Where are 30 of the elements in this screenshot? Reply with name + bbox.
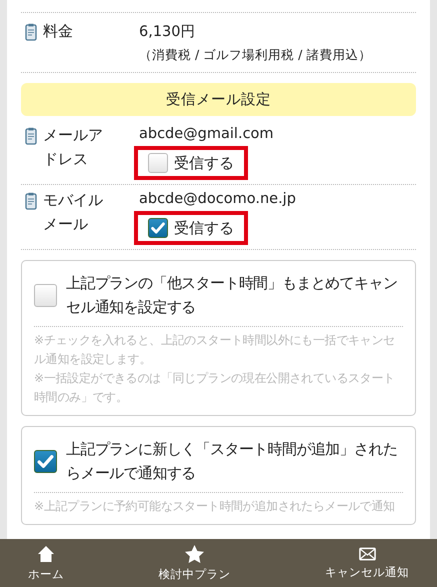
- field-label: メールアドレス: [43, 125, 104, 170]
- nav-button[interactable]: キャンセル通知: [317, 539, 417, 587]
- checkbox[interactable]: [148, 153, 168, 173]
- note-text: ※上記プランに予約可能なスタート時間が追加されたらメールで通知: [34, 498, 396, 515]
- receive-option[interactable]: 受信する: [134, 211, 248, 245]
- mail-icon: [358, 546, 376, 560]
- checkbox[interactable]: [34, 450, 57, 472]
- document-icon: [25, 23, 37, 41]
- option-label: 受信する: [174, 218, 234, 238]
- option-label: 受信する: [174, 154, 234, 172]
- nav-button[interactable]: 検討中プラン: [150, 539, 238, 587]
- checkbox[interactable]: [148, 218, 168, 238]
- option-label: 上記プランに新しく「スタート時間が追加」されたらメールで通知する: [66, 439, 398, 484]
- field-label: 料金: [43, 22, 73, 41]
- price-value: 6,130円: [139, 23, 197, 41]
- option-label: 上記プランの「他スタート時間」もまとめてキャンセル通知を設定する: [66, 273, 398, 318]
- checkbox[interactable]: [34, 284, 57, 306]
- home-icon: [37, 544, 55, 562]
- section-header: 受信メール設定: [21, 83, 416, 116]
- star-icon: [185, 544, 204, 562]
- receive-option[interactable]: 受信する: [134, 146, 248, 180]
- field-label: モバイルメール: [43, 190, 104, 235]
- email-address: abcde@docomo.ne.jp: [139, 191, 296, 207]
- note-text: ※一括設定ができるのは「同じプランの現在公開されているスタート時間のみ」です。: [34, 370, 396, 406]
- nav-button[interactable]: ホーム: [20, 539, 72, 587]
- price-note: （消費税 / ゴルフ場利用税 / 諸費用込）: [139, 47, 372, 64]
- email-address: abcde@gmail.com: [139, 126, 274, 142]
- document-icon: [25, 192, 37, 210]
- document-icon: [25, 127, 37, 145]
- note-text: ※チェックを入れると、上記のスタート時間以外にも一括でキャンセル通知を設定します。: [34, 332, 396, 368]
